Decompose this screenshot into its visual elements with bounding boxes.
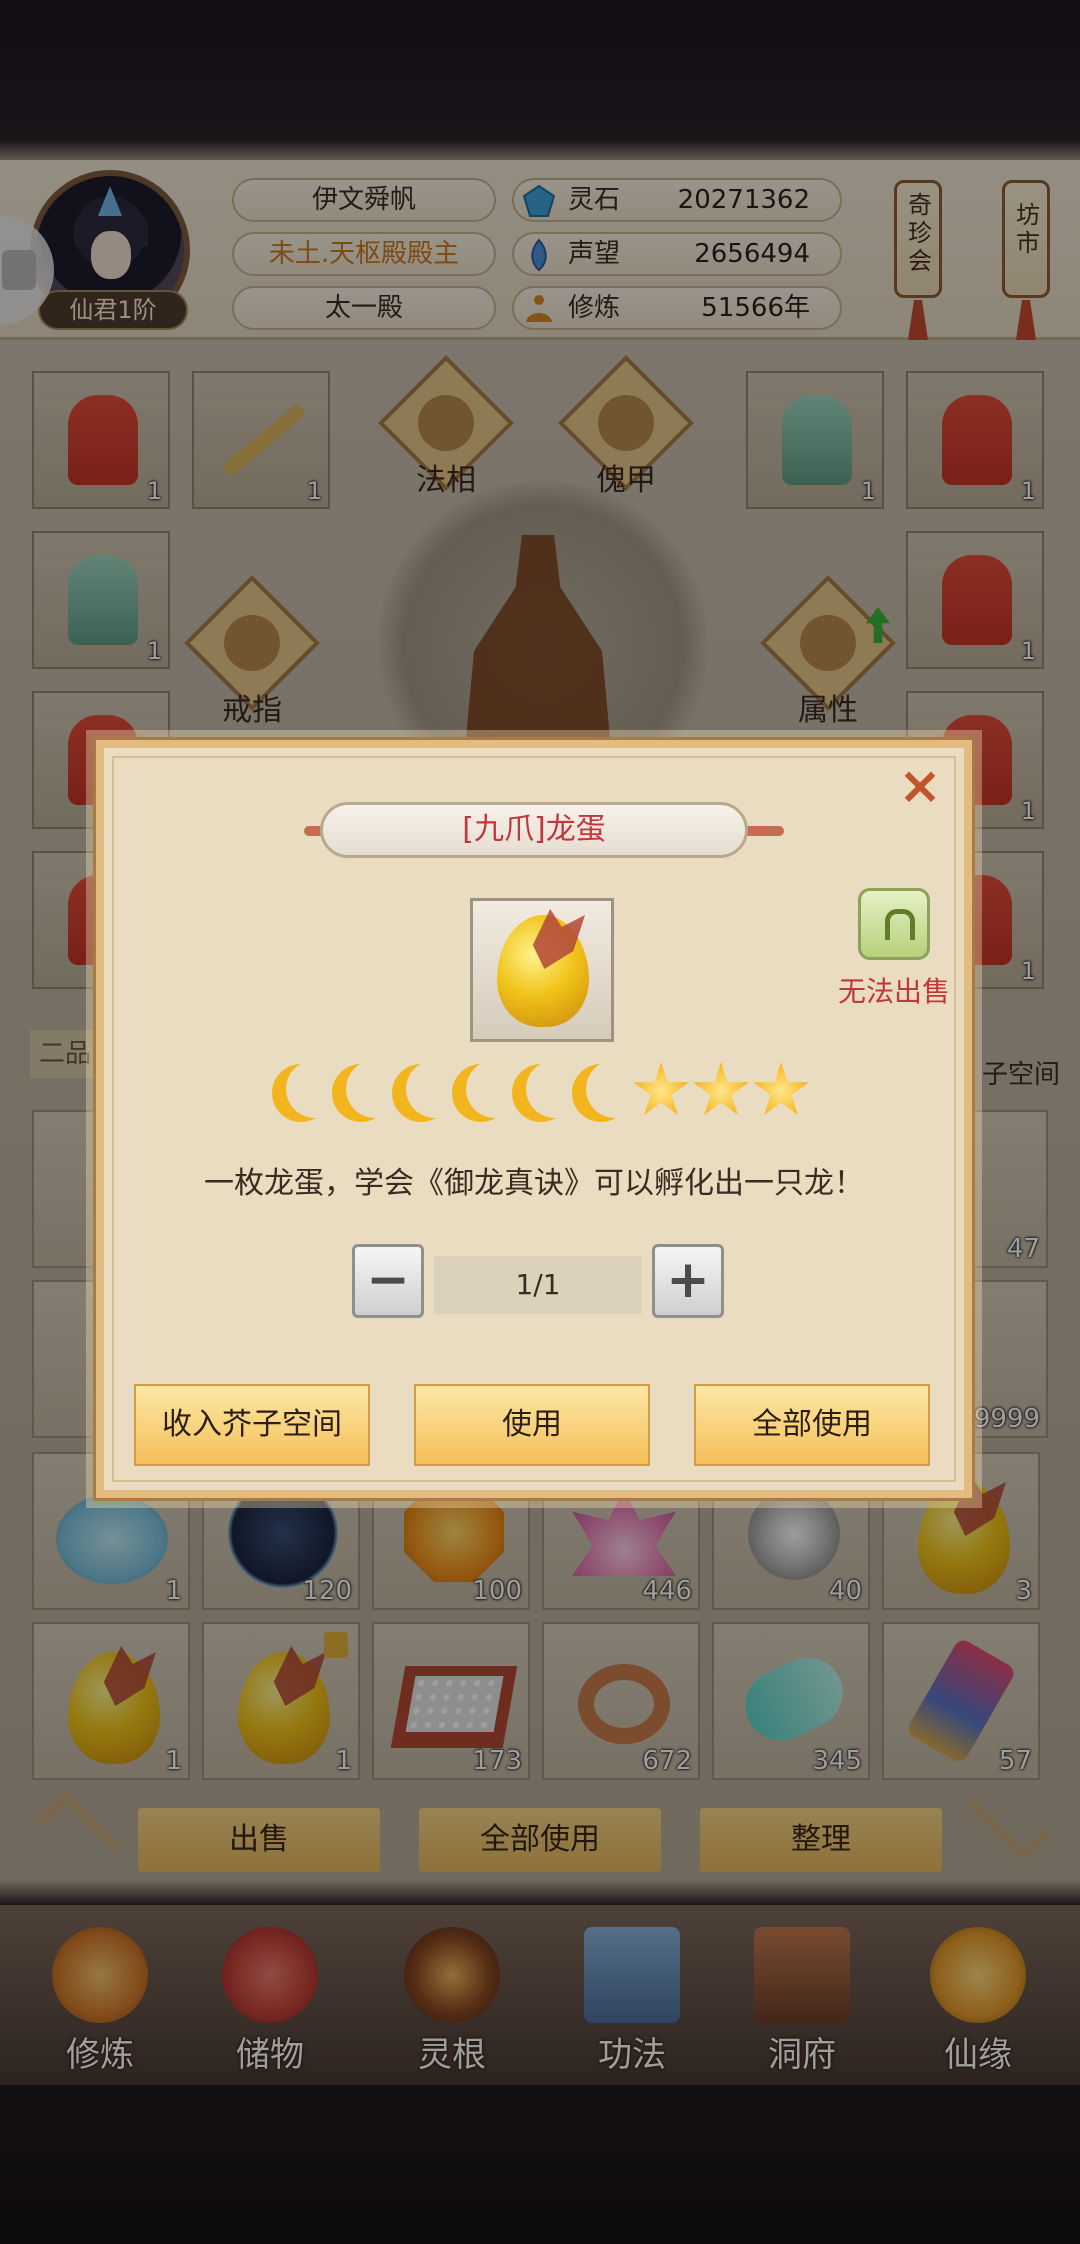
moon-grade-icon <box>572 1064 630 1122</box>
dragon-egg-icon <box>497 915 589 1027</box>
moon-grade-icon <box>452 1064 510 1122</box>
star-grade-icon <box>693 1062 749 1115</box>
item-preview <box>470 898 614 1042</box>
item-title: [九爪]龙蛋 <box>320 802 748 858</box>
moon-grade-icon <box>272 1064 330 1122</box>
game-screen: 仙君1阶 伊文舜帆 未土.天枢殿殿主 太一殿 灵石 20271362 声望 26… <box>0 0 1080 2244</box>
close-icon[interactable]: × <box>898 760 942 812</box>
moon-grade-icon <box>332 1064 390 1122</box>
store-to-space-button[interactable]: 收入芥子空间 <box>134 1384 370 1466</box>
quantity-value[interactable]: 1/1 <box>434 1256 642 1314</box>
unsellable-label: 无法出售 <box>837 975 950 1008</box>
quantity-increase-button[interactable]: + <box>652 1244 724 1318</box>
use-button[interactable]: 使用 <box>414 1384 650 1466</box>
item-detail-dialog: × [九爪]龙蛋 无法出售 一枚龙蛋，学会《御龙真诀》可以孵化出一只龙！ − 1… <box>93 737 975 1501</box>
use-all-dialog-button[interactable]: 全部使用 <box>694 1384 930 1466</box>
lock-icon <box>858 888 930 960</box>
star-grade-icon <box>633 1062 689 1115</box>
moon-grade-icon <box>392 1064 450 1122</box>
quantity-decrease-button[interactable]: − <box>352 1244 424 1318</box>
star-grade-icon <box>753 1062 809 1115</box>
moon-grade-icon <box>512 1064 570 1122</box>
item-grade-rating <box>272 1058 812 1128</box>
item-description: 一枚龙蛋，学会《御龙真诀》可以孵化出一只龙！ <box>204 1166 864 1201</box>
